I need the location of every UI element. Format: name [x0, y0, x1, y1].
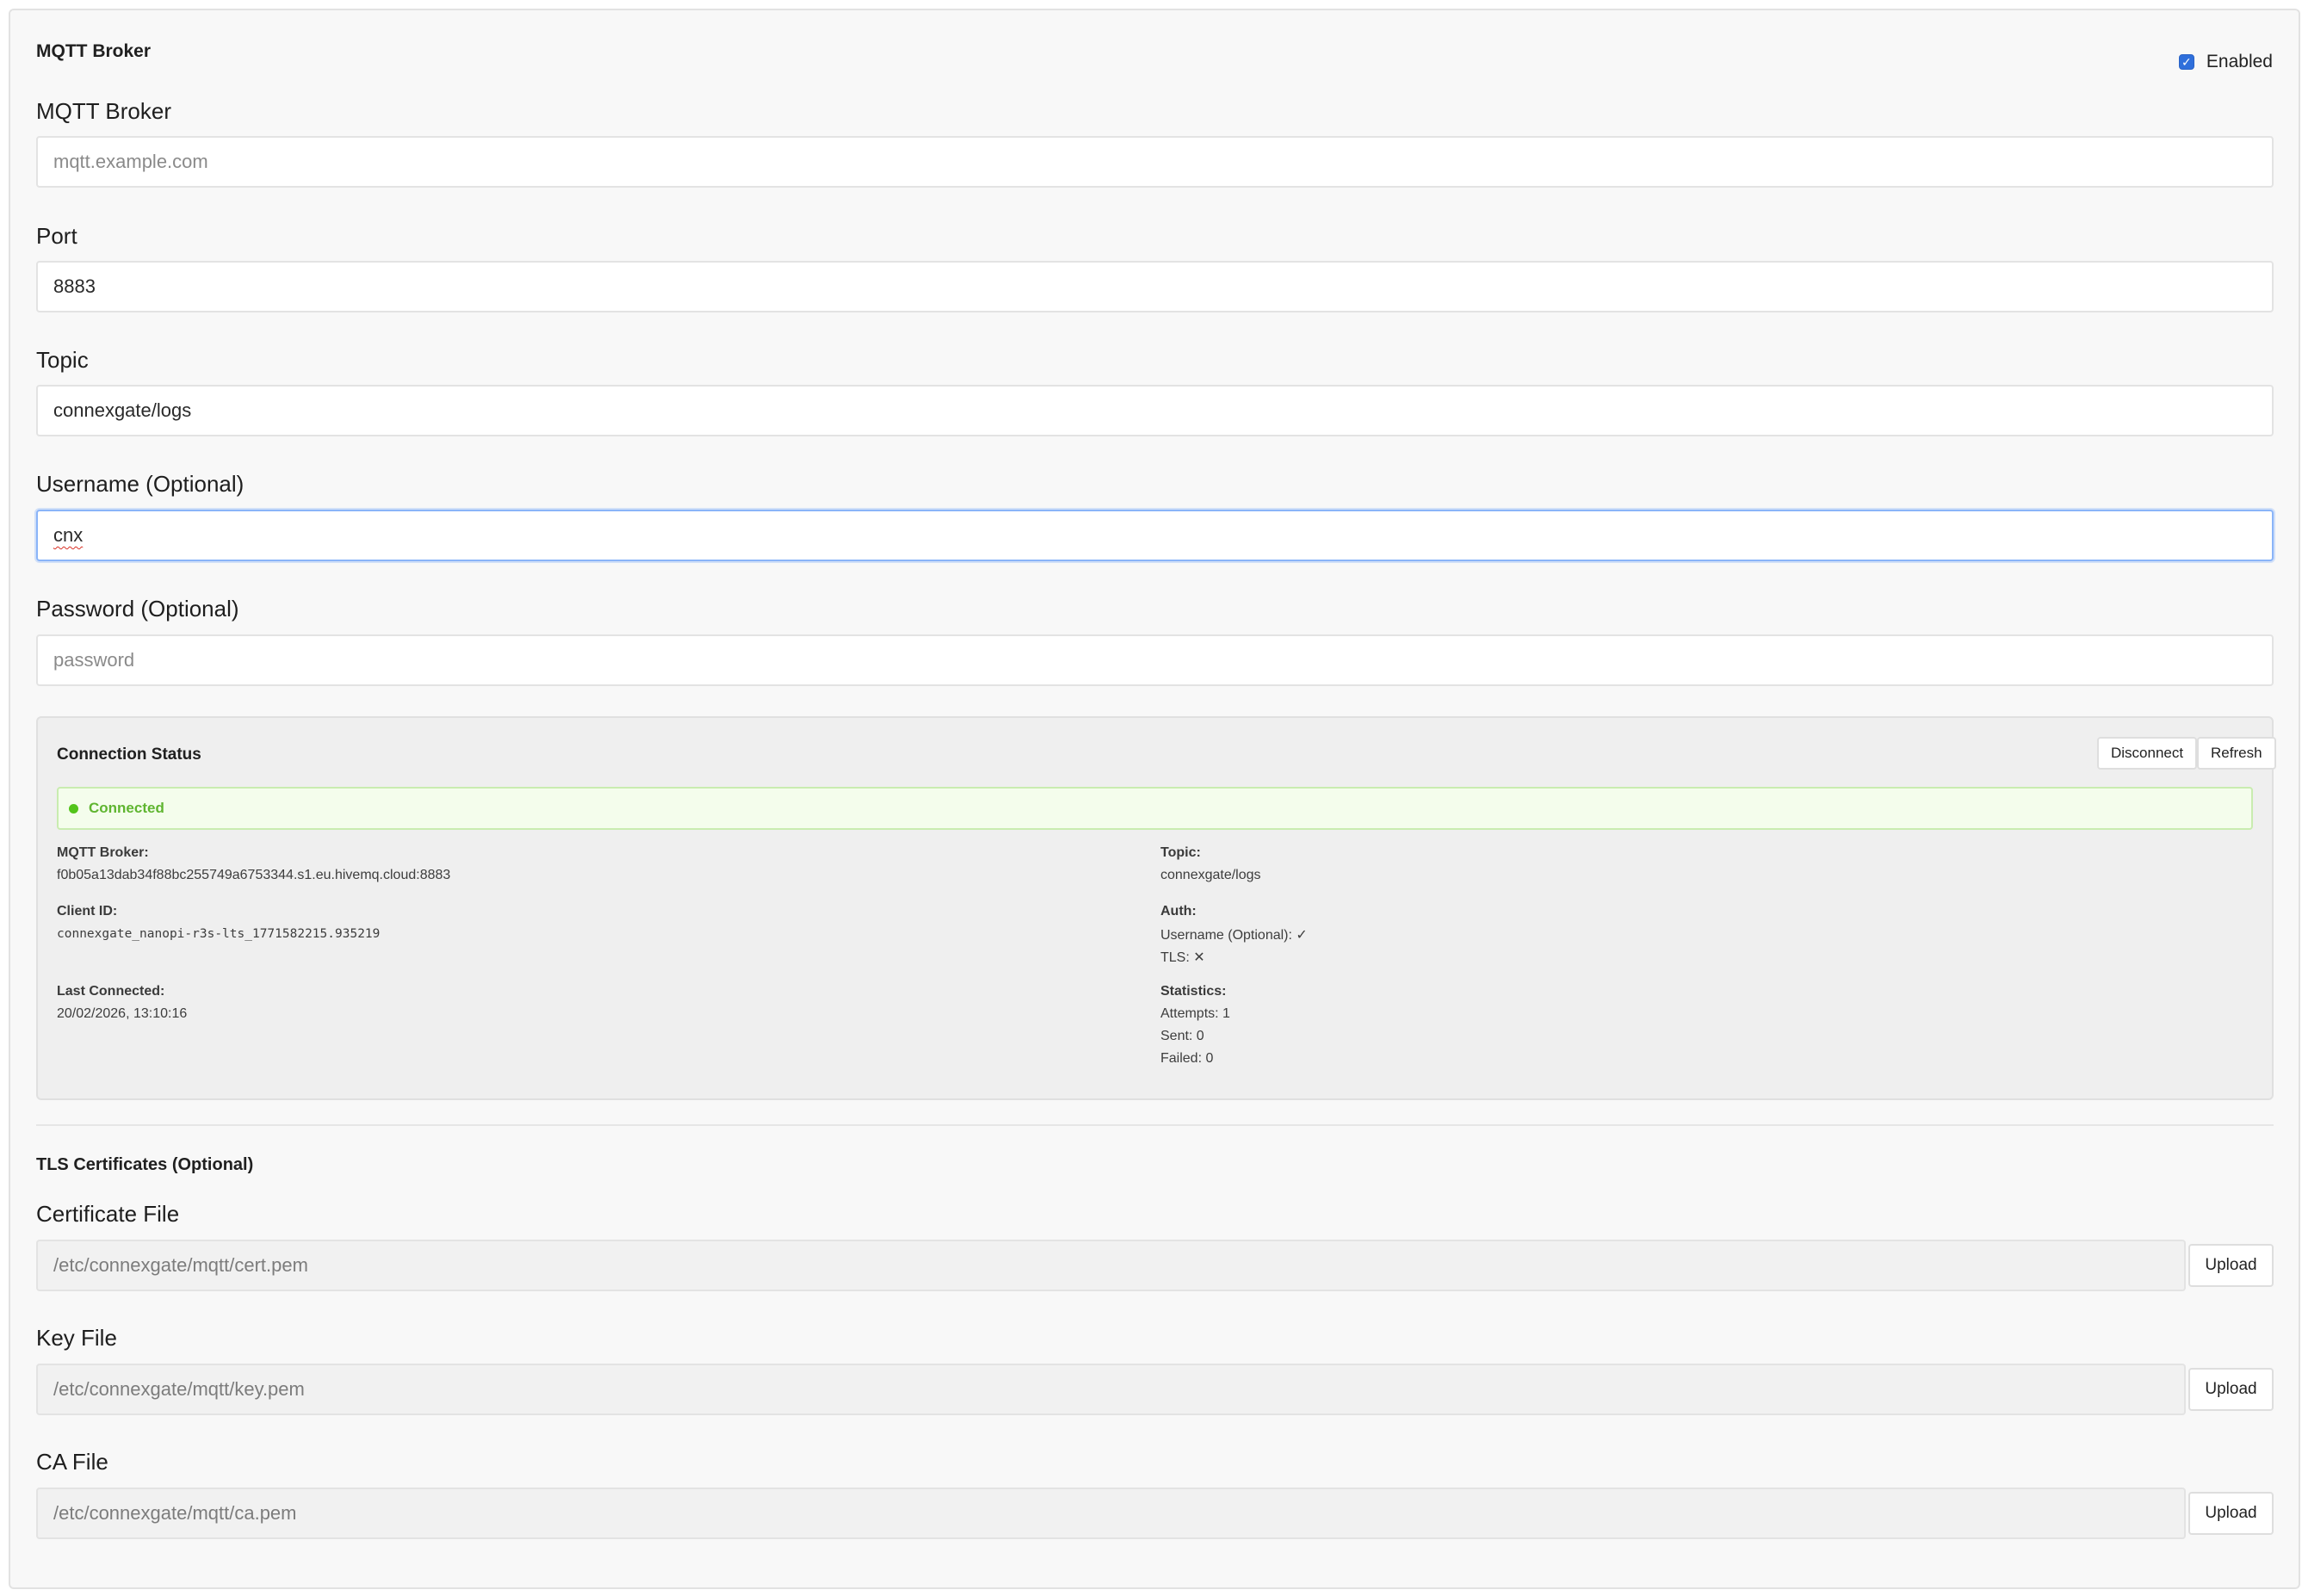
ca-file-label: CA File — [36, 1449, 108, 1475]
topic-info-label: Topic: — [1160, 845, 1201, 860]
stats-failed: Failed: 0 — [1160, 1051, 1214, 1066]
last-connected-value: 20/02/2026, 13:10:16 — [57, 1006, 188, 1021]
username-input[interactable]: cnx — [36, 510, 2274, 561]
stats-sent: Sent: 0 — [1160, 1029, 1204, 1043]
broker-label: MQTT Broker — [36, 98, 171, 124]
panel-title: MQTT Broker — [36, 41, 152, 61]
enabled-toggle[interactable]: ✓ Enabled — [2178, 52, 2273, 72]
cert-file-input[interactable]: /etc/connexgate/mqtt/cert.pem — [36, 1240, 2186, 1291]
ca-file-input[interactable]: /etc/connexgate/mqtt/ca.pem — [36, 1488, 2186, 1539]
status-dot-icon — [69, 803, 78, 813]
auth-label: Auth: — [1160, 904, 1197, 919]
topic-label: Topic — [36, 347, 89, 373]
broker-info-value: f0b05a13dab34f88bc255749a6753344.s1.eu.h… — [57, 868, 451, 882]
client-id-value: connexgate_nanopi-r3s-lts_1771582215.935… — [57, 927, 381, 941]
ca-file-value: /etc/connexgate/mqtt/ca.pem — [53, 1502, 297, 1524]
connection-status-title: Connection Status — [57, 745, 201, 764]
password-input[interactable]: password — [36, 634, 2274, 686]
broker-input[interactable]: mqtt.example.com — [36, 136, 2274, 188]
key-file-input[interactable]: /etc/connexgate/mqtt/key.pem — [36, 1364, 2186, 1415]
connection-state-text: Connected — [89, 800, 164, 816]
broker-info-label: MQTT Broker: — [57, 845, 149, 860]
port-input[interactable]: 8883 — [36, 261, 2274, 312]
port-value: 8883 — [53, 275, 96, 297]
mqtt-broker-panel: MQTT Broker ✓ Enabled MQTT Broker mqtt.e… — [9, 9, 2300, 1589]
password-placeholder: password — [53, 649, 135, 671]
key-upload-button[interactable]: Upload — [2188, 1368, 2274, 1411]
auth-tls-status: TLS: ✕ — [1160, 950, 1205, 965]
key-file-label: Key File — [36, 1325, 117, 1351]
cert-upload-button[interactable]: Upload — [2188, 1244, 2274, 1287]
username-value: cnx — [53, 524, 84, 546]
last-connected-label: Last Connected: — [57, 984, 165, 999]
topic-input[interactable]: connexgate/logs — [36, 385, 2274, 436]
enabled-label: Enabled — [2206, 52, 2273, 71]
client-id-label: Client ID: — [57, 904, 118, 919]
connection-status-box: Connection Status Disconnect Refresh Con… — [36, 716, 2276, 1100]
checkbox-checked-icon[interactable]: ✓ — [2178, 54, 2194, 70]
cert-file-value: /etc/connexgate/mqtt/cert.pem — [53, 1254, 308, 1276]
auth-username-status: Username (Optional): ✓ — [1160, 928, 1308, 943]
refresh-button[interactable]: Refresh — [2197, 737, 2276, 770]
disconnect-button[interactable]: Disconnect — [2097, 737, 2198, 770]
topic-value: connexgate/logs — [53, 399, 192, 421]
statistics-label: Statistics: — [1160, 984, 1227, 999]
connection-state-banner: Connected — [57, 787, 2253, 830]
stats-attempts: Attempts: 1 — [1160, 1006, 1230, 1021]
broker-placeholder: mqtt.example.com — [53, 151, 208, 172]
ca-upload-button[interactable]: Upload — [2188, 1492, 2274, 1535]
section-divider — [36, 1124, 2274, 1126]
password-label: Password (Optional) — [36, 596, 239, 622]
username-label: Username (Optional) — [36, 471, 244, 497]
port-label: Port — [36, 223, 77, 249]
tls-section-title: TLS Certificates (Optional) — [36, 1155, 254, 1174]
topic-info-value: connexgate/logs — [1160, 868, 1261, 882]
key-file-value: /etc/connexgate/mqtt/key.pem — [53, 1378, 305, 1400]
cert-file-label: Certificate File — [36, 1201, 180, 1227]
